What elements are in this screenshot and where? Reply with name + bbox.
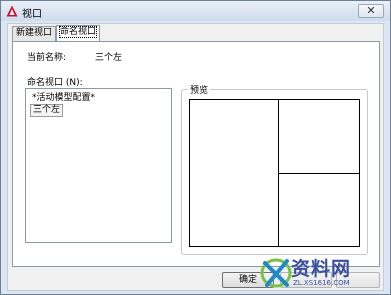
window-title: 视口 bbox=[22, 9, 42, 20]
named-viewports-label: 命名视口 (N): bbox=[27, 78, 83, 88]
list-item-three-left[interactable]: 三个左 bbox=[30, 104, 64, 117]
dialog-client-area: 新建视口 命名视口 当前名称: 三个左 命名视口 (N): *活动模型配置* 三… bbox=[7, 23, 384, 291]
close-button[interactable]: ✕ bbox=[358, 4, 384, 18]
preview-viewport-left bbox=[190, 100, 279, 246]
watermark-brand: 资料网 bbox=[291, 258, 352, 280]
preview-label: 预览 bbox=[188, 83, 211, 96]
autocad-logo-icon bbox=[6, 5, 18, 17]
watermark-url: ZL.XS1616.COM bbox=[293, 279, 350, 287]
watermark-logo-icon bbox=[260, 258, 292, 288]
tab-new-viewports[interactable]: 新建视口 bbox=[12, 26, 57, 41]
viewports-dialog: 视口 ✕ 新建视口 命名视口 当前名称: 三个左 命名视口 (N): *活动模型… bbox=[0, 0, 391, 295]
preview-viewport-bottom-right bbox=[279, 174, 359, 246]
preview-viewport-top-right bbox=[279, 100, 359, 174]
title-bar[interactable]: 视口 ✕ bbox=[1, 1, 390, 21]
list-item-active-model-config[interactable]: *活动模型配置* bbox=[30, 93, 97, 104]
tab-named-viewports-label: 命名视口 bbox=[58, 26, 98, 38]
current-name-value: 三个左 bbox=[95, 53, 123, 63]
preview-group: 预览 bbox=[181, 83, 368, 255]
watermark: 资料网 ZL.XS1616.COM bbox=[259, 253, 389, 293]
viewport-preview bbox=[189, 99, 360, 247]
named-viewports-list[interactable]: *活动模型配置* 三个左 bbox=[25, 88, 172, 243]
close-icon: ✕ bbox=[366, 4, 376, 17]
named-viewports-panel: 当前名称: 三个左 命名视口 (N): *活动模型配置* 三个左 预览 bbox=[12, 41, 380, 267]
tab-new-viewports-label: 新建视口 bbox=[16, 28, 53, 38]
tab-named-viewports[interactable]: 命名视口 bbox=[56, 25, 101, 42]
current-name-label: 当前名称: bbox=[27, 53, 67, 63]
